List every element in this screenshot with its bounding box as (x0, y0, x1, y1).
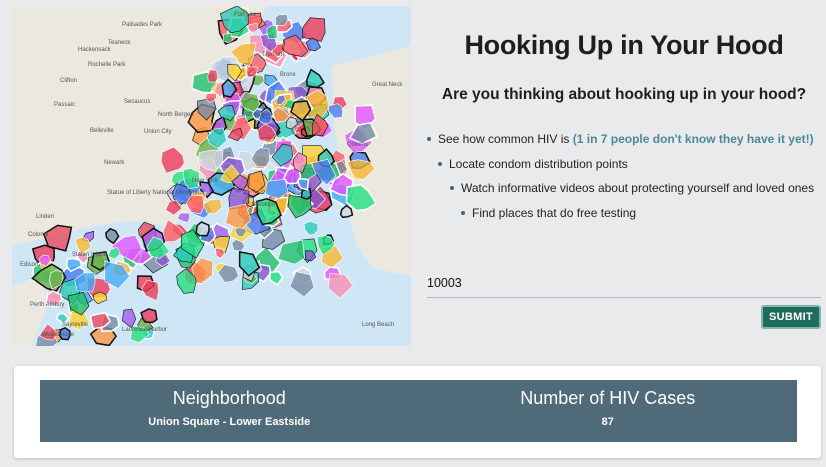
map-place-label: North Bergen (158, 112, 194, 118)
info-panel: Hooking Up in Your Hood Are you thinking… (425, 6, 823, 346)
hiv-cases-column: Number of HIV Cases 87 (419, 380, 798, 442)
map-place-label: Edison (20, 262, 38, 268)
map-place-label: Bronx (280, 72, 296, 78)
page-title: Hooking Up in Your Hood (464, 30, 784, 60)
submit-button[interactable]: SUBMIT (761, 305, 821, 329)
map-place-label: Clifton (60, 78, 77, 84)
neighborhood-region[interactable] (277, 239, 305, 265)
map-place-label: Colonia (28, 232, 49, 238)
map-place-label: Secaucus (124, 99, 150, 105)
bullet-dot-icon (450, 186, 454, 190)
list-item-text: See how common HIV is (438, 132, 570, 146)
bullet-dot-icon (461, 211, 465, 215)
map-place-label: Woodbridge (42, 332, 75, 338)
neighborhood-region[interactable] (306, 68, 325, 89)
map-place-label: Long Beach (362, 322, 394, 328)
map-place-label: Manhattan (242, 112, 270, 118)
nyc-neighborhood-map[interactable]: Fort Lee Palisades Park Teaneck Hackensack R… (12, 6, 411, 346)
map-place-label: Newark (104, 160, 125, 166)
results-table: Neighborhood Union Square - Lower Eastsi… (40, 380, 797, 442)
map-place-label: Brooklyn (252, 202, 275, 208)
map-place-label: Union City (144, 129, 172, 135)
neighborhood-column: Neighborhood Union Square - Lower Eastsi… (40, 380, 419, 442)
map-place-label: Passaic (54, 102, 75, 108)
neighborhood-value: Union Square - Lower Eastside (148, 416, 311, 428)
map-place-label: New York (192, 178, 218, 184)
neighborhood-region[interactable] (195, 221, 210, 237)
map-place-label: Palisades Park (122, 22, 163, 28)
neighborhood-region[interactable] (121, 308, 137, 329)
map-place-label: Fort Lee (234, 12, 257, 18)
neighborhood-region[interactable] (105, 227, 120, 245)
map-place-label: Rochelle Park (88, 62, 126, 68)
list-item: Find places that do free testing (461, 206, 636, 220)
page-subtitle: Are you thinking about hooking up in you… (441, 86, 807, 103)
neighborhood-region[interactable] (140, 308, 158, 324)
map-place-label: Statue of Liberty National Monument (107, 190, 205, 196)
neighborhood-region[interactable] (303, 220, 319, 236)
map-place-label: Staten Island (72, 252, 107, 258)
neighborhood-region[interactable] (327, 103, 344, 119)
map-place-label: Belleville (90, 128, 114, 134)
hiv-cases-value: 87 (601, 416, 614, 428)
map-place-label: Hackensack (78, 47, 112, 53)
bullet-dot-icon (438, 162, 442, 166)
map-place-label: Teaneck (108, 40, 131, 46)
map-place-label: Queens (347, 142, 368, 148)
list-item-text: Watch informative videos about protectin… (461, 181, 815, 195)
list-item: Locate condom distribution points (438, 157, 628, 171)
neighborhood-region[interactable] (207, 69, 219, 83)
column-header: Neighborhood (172, 388, 286, 408)
map-place-label: Great Neck (372, 82, 403, 88)
bullet-dot-icon (427, 137, 431, 141)
map-place-label: Tremont (262, 52, 284, 58)
list-item-text: Locate condom distribution points (449, 157, 628, 171)
results-card: Neighborhood Union Square - Lower Eastsi… (14, 366, 821, 458)
neighborhood-region[interactable] (301, 17, 326, 42)
hiv-stat-highlight: (1 in 7 people don't know they have it y… (572, 132, 814, 146)
neighborhood-region[interactable] (328, 273, 354, 299)
map-place-label: Perth Amboy (30, 302, 64, 308)
zip-code-input[interactable]: 10003 (427, 276, 821, 298)
list-item: See how common HIV is (1 in 7 people don… (427, 132, 814, 146)
neighborhood-region[interactable] (222, 32, 234, 44)
list-item: Watch informative videos about protectin… (450, 181, 814, 195)
list-item-text: Find places that do free testing (472, 206, 637, 220)
map-place-label: Sayreville (62, 322, 89, 328)
column-header: Number of HIV Cases (520, 388, 696, 408)
map-place-label: Laurence Harbor (122, 327, 167, 333)
map-canvas[interactable]: Fort Lee Palisades Park TeaneckHackensack R… (12, 6, 411, 346)
neighborhood-region[interactable] (269, 270, 284, 286)
neighborhood-region[interactable] (215, 247, 225, 259)
map-place-label: Linden (36, 214, 54, 220)
